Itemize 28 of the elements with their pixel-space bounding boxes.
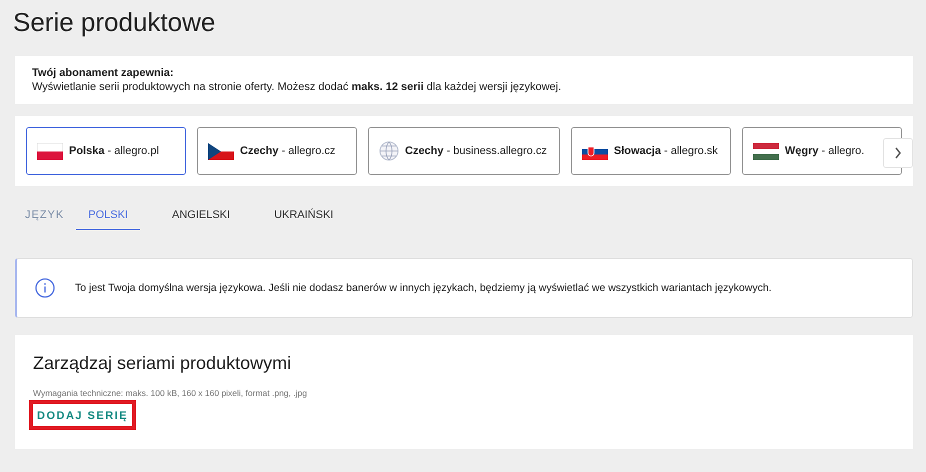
subscription-heading: Twój abonament zapewnia:: [32, 66, 175, 80]
add-series-button[interactable]: DODAJ SERIĘ: [37, 410, 128, 422]
page-title: Serie produktowe: [13, 6, 216, 39]
language-tab[interactable]: ANGIELSKI: [160, 200, 242, 230]
market-label: Słowacja - allegro.sk: [614, 145, 718, 157]
market-card[interactable]: Czechy - allegro.cz: [197, 127, 357, 175]
chevron-right-icon: [894, 147, 902, 159]
notice-text: To jest Twoja domyślna wersja językowa. Jeśli nie dodasz banerów w innych językach, będziemy ją wyświetlać we wszystkich wariantach językowych.: [75, 282, 772, 294]
info-icon: [35, 278, 55, 298]
flag-icon: [37, 142, 63, 160]
requirements-text: Wymagania techniczne: maks. 100 kB, 160 x 160 pixeli, format .png, .jpg: [33, 388, 308, 398]
language-label: JĘZYK: [25, 209, 64, 221]
market-label: Polska - allegro.pl: [69, 145, 159, 157]
globe-icon: [379, 141, 399, 161]
section-title: Zarządzaj seriami produktowymi: [33, 353, 292, 374]
next-button[interactable]: [883, 138, 913, 168]
flag-icon: [752, 142, 779, 160]
language-tab[interactable]: POLSKI: [76, 200, 140, 230]
market-card[interactable]: Polska - allegro.pl: [26, 127, 186, 175]
market-card[interactable]: Czechy - business.allegro.cz: [368, 127, 560, 175]
market-card[interactable]: Słowacja - allegro.sk: [570, 127, 731, 175]
market-label: Czechy - allegro.cz: [240, 145, 336, 157]
language-tab[interactable]: UKRAIŃSKI: [262, 200, 346, 230]
market-card[interactable]: Węgry - allegro.: [742, 127, 902, 175]
market-label: Czechy - business.allegro.cz: [405, 145, 547, 157]
market-label: Węgry - allegro.: [784, 145, 864, 157]
subscription-text: Wyświetlanie serii produktowych na stronie oferty. Możesz dodać maks. 12 serii dla każdej wersji językowej.: [32, 80, 562, 94]
flag-icon: [208, 142, 234, 160]
